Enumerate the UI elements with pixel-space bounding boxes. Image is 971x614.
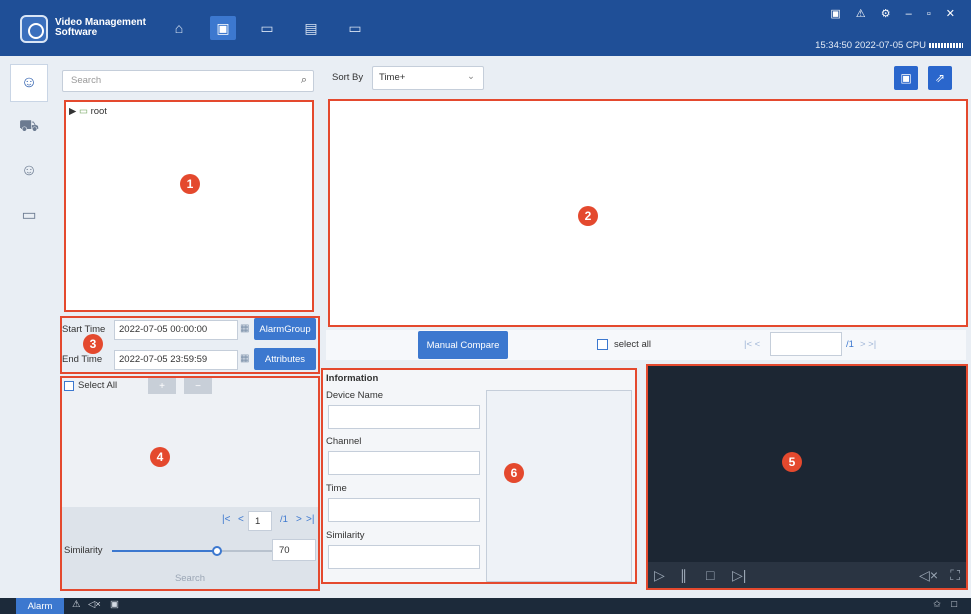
pin-icon[interactable]: ✩ <box>933 599 941 610</box>
plate-icon[interactable]: ▭ <box>10 196 48 234</box>
annotation-box-6 <box>321 368 637 584</box>
search-input[interactable]: Search ⌕ <box>62 70 314 92</box>
annotation-box-2 <box>328 99 968 327</box>
export-icon[interactable]: ⇗ <box>928 66 952 90</box>
save-icon[interactable]: ▣ <box>894 66 918 90</box>
page-input[interactable] <box>770 332 842 356</box>
sort-label: Sort By <box>332 72 364 83</box>
window-icon[interactable]: □ <box>951 599 957 610</box>
annotation-box-1 <box>64 100 314 312</box>
person-icon[interactable]: ☺ <box>10 152 48 190</box>
camera-icon[interactable]: ▭ <box>254 16 280 40</box>
vehicle-icon[interactable]: ⛟ <box>10 108 48 146</box>
app-logo-icon <box>20 15 48 43</box>
playback-icon[interactable]: ▤ <box>298 16 324 40</box>
app-title: Video Management Software <box>55 18 155 38</box>
home-icon[interactable]: ⌂ <box>166 16 192 40</box>
first-page-icon[interactable]: |< < <box>744 339 760 350</box>
select-all-label: select all <box>614 339 651 350</box>
status-taskbar: Alarm ⚠ ◁× ▣ ✩ □ <box>0 598 971 614</box>
select-all-checkbox[interactable] <box>597 339 608 350</box>
badge-5: 5 <box>782 452 802 472</box>
search-icon[interactable]: ⌕ <box>301 74 307 87</box>
annotation-box-4 <box>60 376 320 591</box>
badge-3: 3 <box>83 334 103 354</box>
annotation-box-5 <box>646 364 968 590</box>
next-page-icon[interactable]: > >| <box>860 339 876 350</box>
storage-icon[interactable]: ▭ <box>342 16 368 40</box>
badge-4: 4 <box>150 447 170 467</box>
face-icon[interactable]: ☺ <box>10 64 48 102</box>
clock-text: 15:34:50 2022-07-05 CPU <box>815 40 926 51</box>
left-rail: ☺ ⛟ ☺ ▭ <box>10 64 52 240</box>
badge-1: 1 <box>180 174 200 194</box>
face-search-icon[interactable]: ▣ <box>210 16 236 40</box>
page-total: /1 <box>846 339 854 350</box>
chevron-down-icon: ⌄ <box>467 71 475 82</box>
mute-icon[interactable]: ◁× <box>88 599 101 610</box>
app-title-line2: Software <box>55 27 98 38</box>
alert-icon[interactable]: ⚠ <box>72 599 81 610</box>
sort-select[interactable]: Time+ ⌄ <box>372 66 484 90</box>
search-placeholder: Search <box>71 75 102 86</box>
sort-value: Time+ <box>379 72 406 83</box>
title-bar: Video Management Software ⌂ ▣ ▭ ▤ ▭ ▣ ⚠ … <box>0 0 971 56</box>
badge-6: 6 <box>504 463 524 483</box>
manual-compare-button[interactable]: Manual Compare <box>418 331 508 359</box>
clock-readout: 15:34:50 2022-07-05 CPU <box>815 40 963 51</box>
badge-2: 2 <box>578 206 598 226</box>
cpu-meter <box>929 42 963 48</box>
screen-icon[interactable]: ▣ <box>110 599 119 610</box>
window-controls[interactable]: ▣ ⚠ ⚙ – ▫ ✕ <box>830 7 961 20</box>
alarm-tab[interactable]: Alarm <box>16 598 64 614</box>
